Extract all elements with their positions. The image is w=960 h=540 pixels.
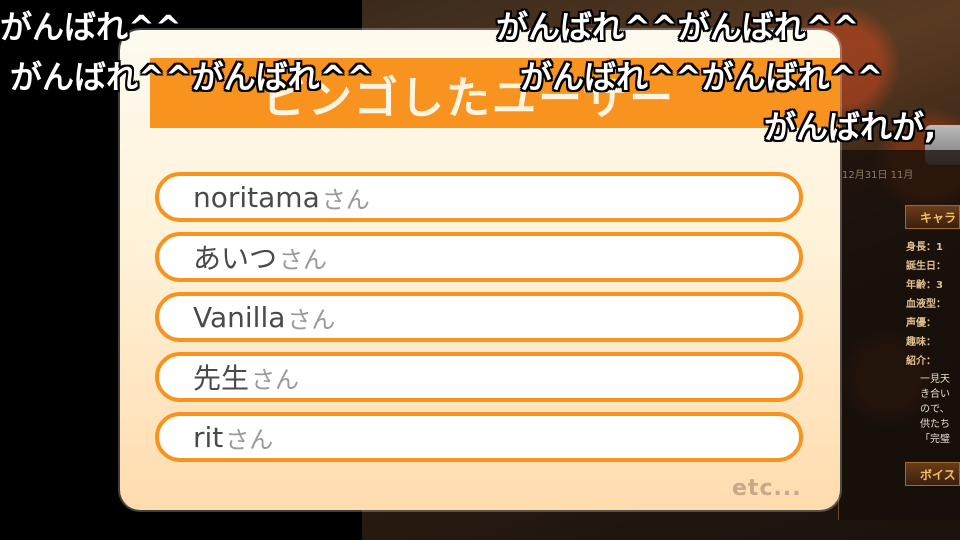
user-name: noritama (193, 180, 320, 214)
scrolling-comment: がんばれ^^がんばれ^^ (10, 58, 374, 96)
profile-date: 12月31日 11月 (842, 170, 914, 181)
voice-section-header: ボイス (905, 462, 960, 486)
bio-line: 一見天 (920, 374, 950, 385)
stat-age: 年齢：3 (906, 280, 943, 291)
user-name: あいつ (193, 242, 278, 275)
user-row: rit さん (155, 412, 803, 462)
user-row: Vanilla さん (155, 292, 803, 342)
user-row: noritama さん (155, 172, 803, 222)
bio-line: 「完璧 (920, 434, 950, 445)
bio-line: き合い (920, 389, 950, 400)
user-row: あいつ さん (155, 232, 803, 282)
stat-blood-type: 血液型： (906, 299, 946, 310)
scrolling-comment: がんばれ^^がんばれ^^ (496, 8, 860, 46)
user-honorific: さん (251, 365, 300, 394)
stat-hobby: 趣味： (906, 337, 936, 348)
stat-intro: 紹介： (906, 356, 936, 367)
user-honorific: さん (287, 305, 336, 334)
stat-height: 身長：1 (906, 242, 943, 253)
scrolling-comment: がんばれが, (764, 108, 937, 146)
user-name: Vanilla (193, 300, 286, 334)
bio-line: ので、 (920, 404, 950, 415)
user-honorific: さん (279, 245, 328, 274)
user-name: rit (193, 420, 224, 454)
user-honorific: さん (225, 425, 274, 454)
stat-voice-actor: 声優： (906, 318, 936, 329)
stat-birthday: 誕生日： (906, 261, 946, 272)
scrolling-comment: がんばれ^^ (0, 8, 182, 46)
scrolling-comment: がんばれ^^がんばれ^^ (520, 58, 884, 96)
user-honorific: さん (321, 185, 370, 214)
user-name: 先生 (193, 362, 250, 395)
user-row: 先生 さん (155, 352, 803, 402)
more-users-label: etc... (732, 476, 802, 501)
bio-line: 供たち (920, 419, 950, 430)
character-section-header: キャラ (905, 205, 960, 229)
